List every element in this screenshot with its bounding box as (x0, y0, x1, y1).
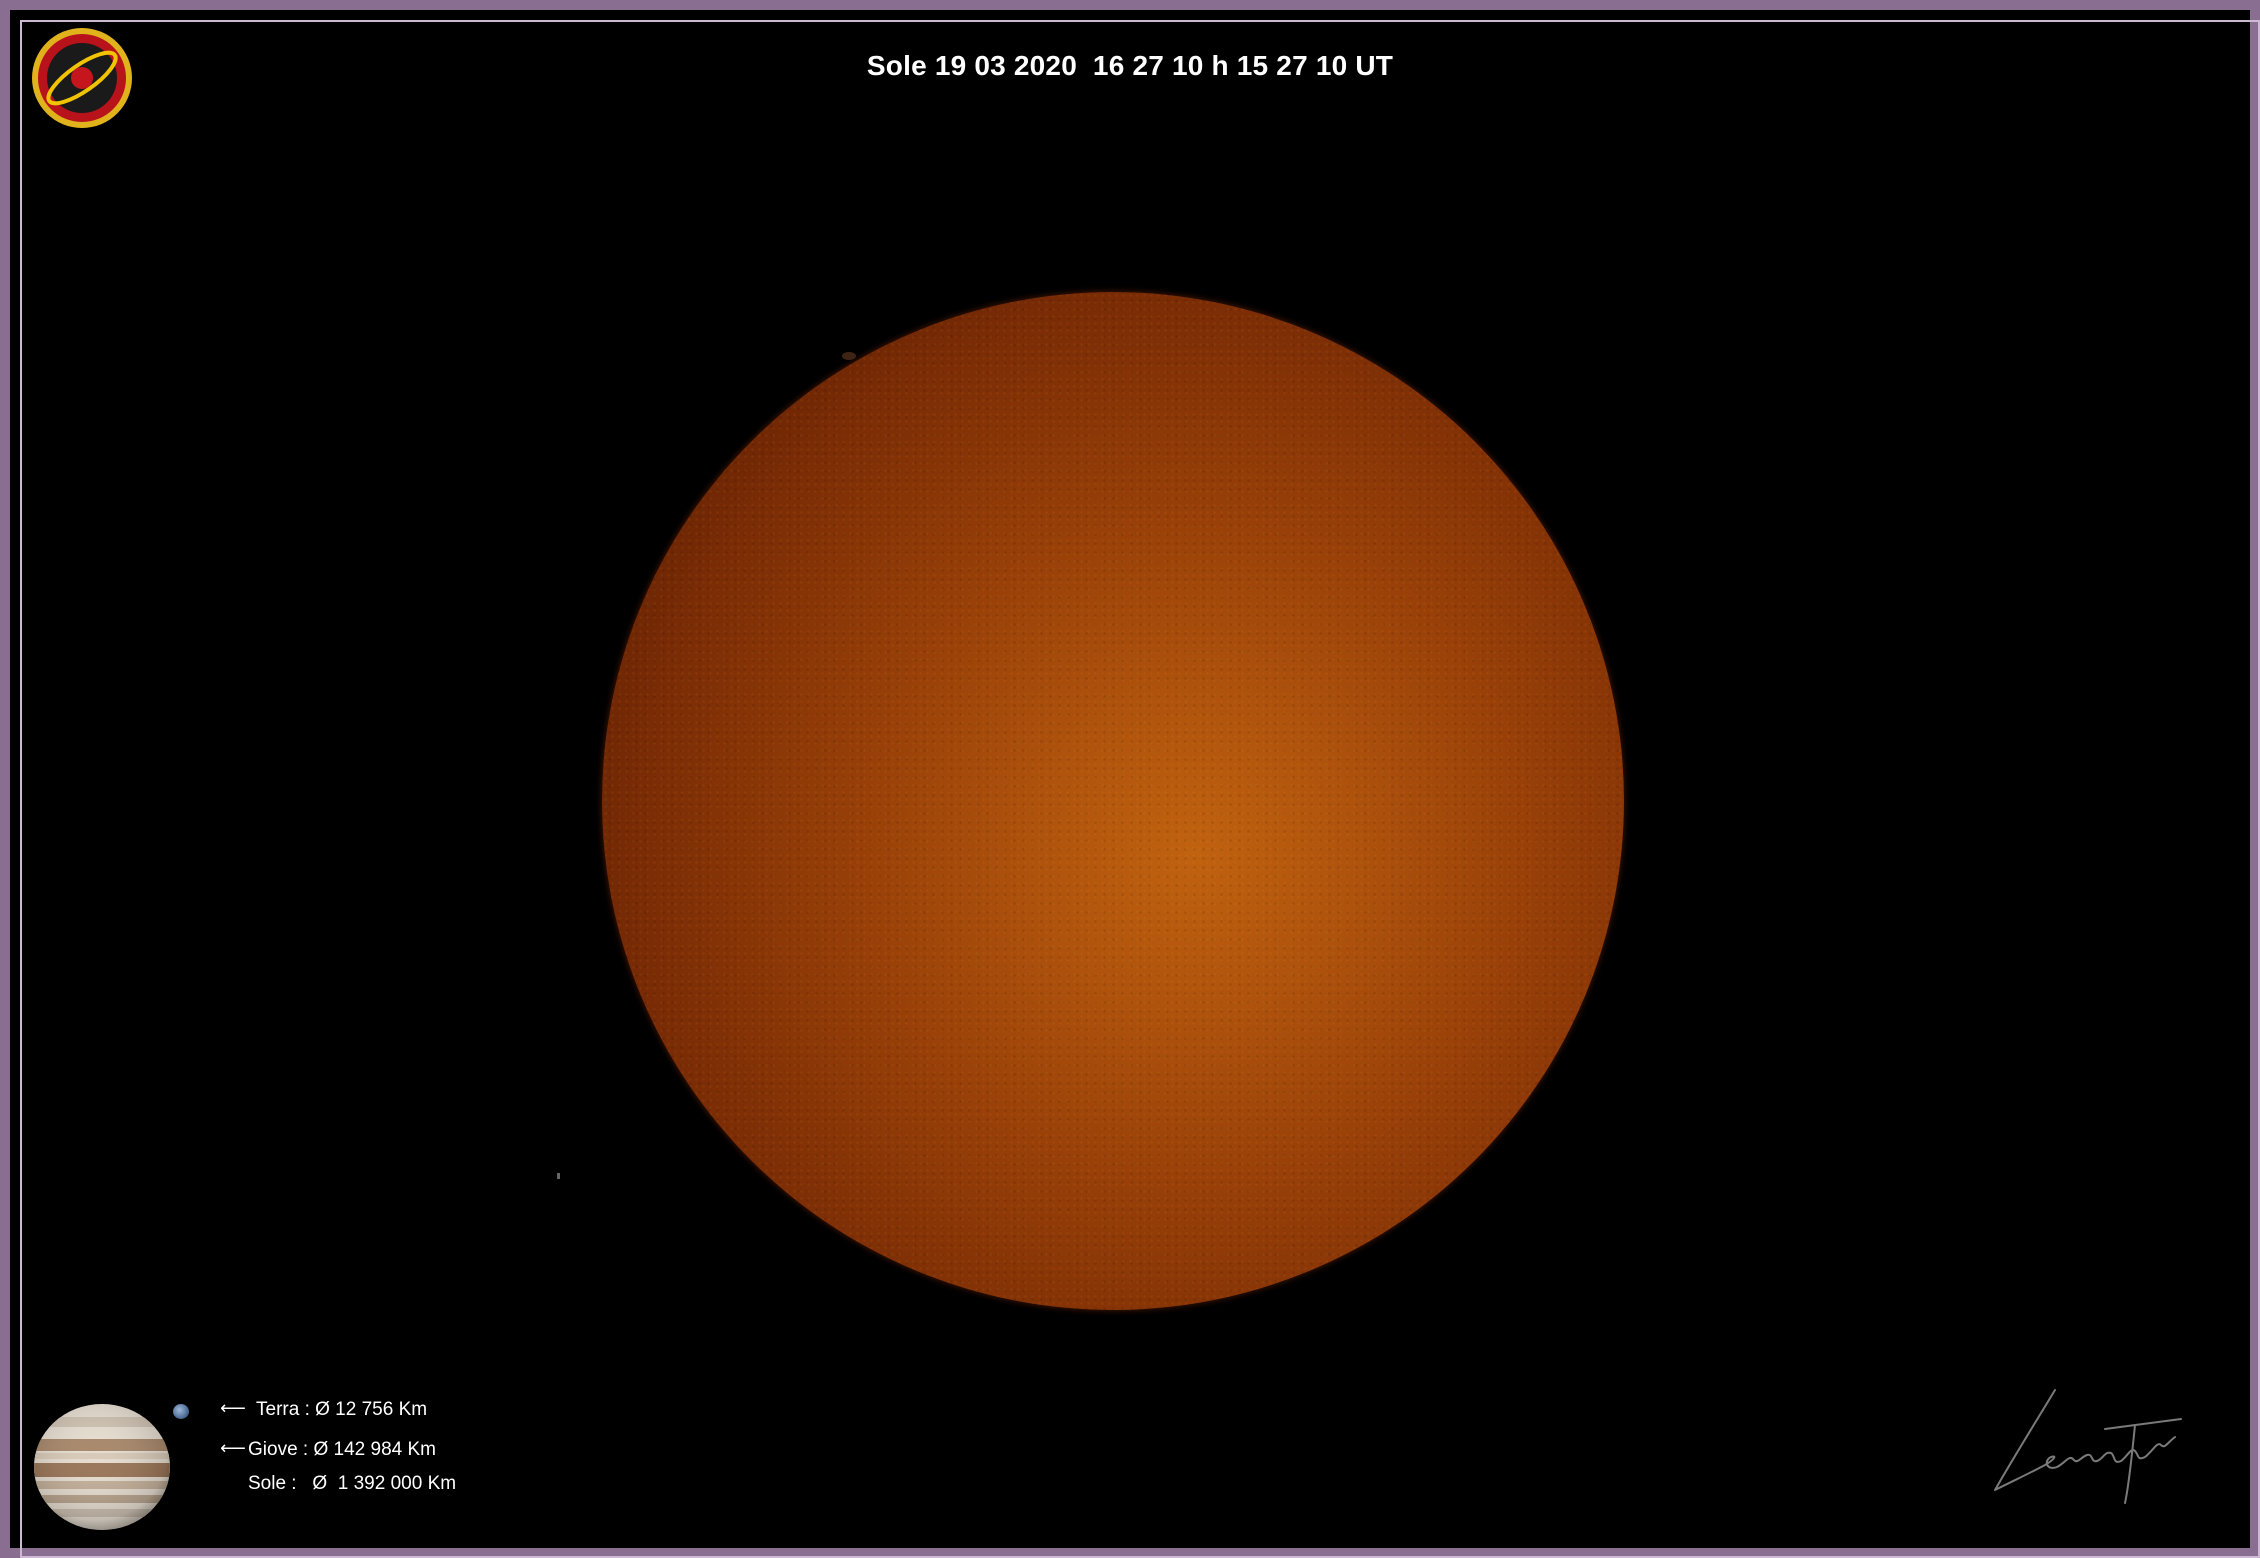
image-title: Sole 19 03 2020 16 27 10 h 15 27 10 UT (866, 50, 1394, 81)
earth-icon (173, 1404, 189, 1419)
solar-prominence (842, 352, 856, 360)
background-speck (557, 1173, 560, 1179)
legend-giove: Giove : Ø 142 984 Km (248, 1439, 436, 1460)
observatory-badge-icon (32, 28, 132, 128)
legend-terra: Terra : Ø 12 756 Km (256, 1399, 428, 1420)
legend-sole: Sole : Ø 1 392 000 Km (248, 1473, 457, 1494)
jupiter-icon (34, 1404, 170, 1530)
sun-disk (602, 292, 1624, 1310)
sun-granulation (602, 292, 1624, 1310)
author-signature (1994, 1389, 2182, 1504)
arrow-left-icon: ⟵ (220, 1398, 246, 1419)
arrow-left-icon: ⟵ (220, 1438, 246, 1459)
